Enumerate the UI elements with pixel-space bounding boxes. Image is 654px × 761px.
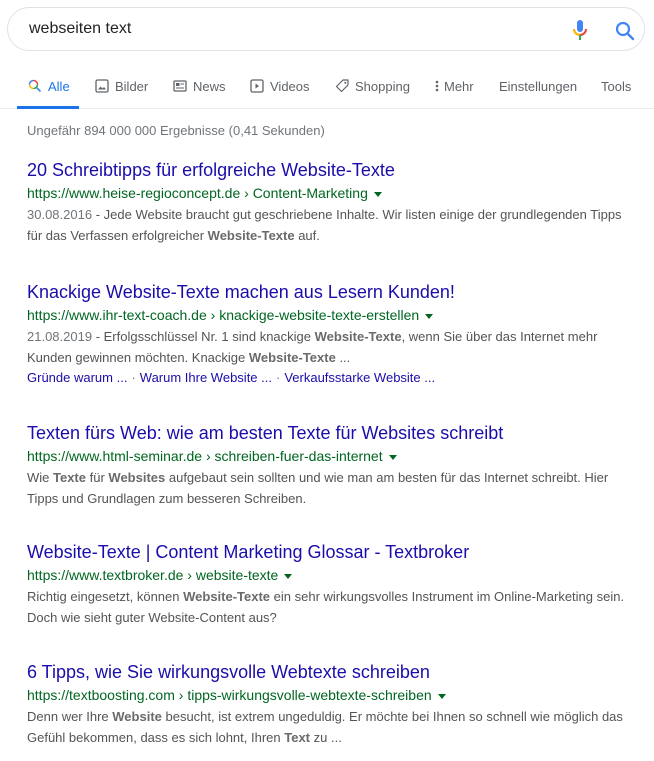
result-url: https://www.textbroker.de › website-text…: [27, 565, 637, 585]
tab-label: Shopping: [355, 79, 410, 94]
highlighted-term: Text: [284, 730, 311, 745]
result-date: 21.08.2019: [27, 329, 93, 344]
tab-label: News: [193, 79, 226, 94]
snippet-fragment: Jede Website braucht gut geschriebene In…: [27, 207, 622, 243]
result-title-link[interactable]: 6 Tipps, wie Sie wirkungsvolle Webtexte …: [27, 661, 637, 683]
result-path: knackige-website-texte-erstellen: [219, 307, 420, 323]
highlighted-term: Website: [112, 709, 162, 724]
result-path: Content-Marketing: [252, 185, 368, 201]
tab-label: Mehr: [444, 79, 474, 94]
snippet-fragment: Erfolgsschlüssel Nr. 1 sind knackige: [103, 329, 315, 344]
snippet-text: Denn wer Ihre Website besucht, ist extre…: [27, 709, 623, 745]
result-domain: https://www.html-seminar.de: [27, 448, 203, 464]
snippet-text: Erfolgsschlüssel Nr. 1 sind knackige Web…: [27, 329, 597, 365]
sitelink[interactable]: Gründe warum ...: [27, 370, 127, 385]
sitelinks: Gründe warum ... · Warum Ihre Website ... ·…: [27, 368, 637, 388]
result-domain: https://www.heise-regioconcept.de: [27, 185, 241, 201]
highlighted-term: Website-Texte: [207, 228, 295, 243]
result-path: tipps-wirkungsvolle-webtexte-schreiben: [187, 687, 432, 703]
result-title-link[interactable]: Texten fürs Web: wie am besten Texte für…: [27, 422, 637, 444]
result-path: schreiben-fuer-das-internet: [214, 448, 383, 464]
snippet-text: Wie Texte für Websites aufgebaut sein so…: [27, 470, 608, 506]
search-result: Knackige Website-Texte machen aus Lesern…: [27, 281, 637, 388]
separator: ·: [275, 370, 281, 385]
tab-einstellungen[interactable]: Einstellungen: [499, 72, 577, 108]
snippet-fragment: für: [86, 470, 109, 485]
tab-alle[interactable]: Alle: [17, 72, 79, 109]
tab-shopping[interactable]: Shopping: [335, 72, 410, 108]
image-icon: [95, 79, 109, 93]
highlighted-term: Website-Texte: [314, 329, 402, 344]
result-domain: https://www.textbroker.de: [27, 567, 184, 583]
separator: ·: [131, 370, 136, 385]
more-vertical-icon: [434, 79, 440, 93]
result-title-link[interactable]: Knackige Website-Texte machen aus Lesern…: [27, 281, 637, 303]
caret-down-icon[interactable]: [388, 454, 397, 460]
tab-tools[interactable]: Tools: [601, 72, 631, 108]
snippet-fragment: ...: [335, 350, 351, 365]
tab-videos[interactable]: Videos: [250, 72, 310, 108]
snippet-fragment: Denn wer Ihre: [27, 709, 113, 724]
snippet-fragment: Wie: [27, 470, 53, 485]
caret-down-icon[interactable]: [425, 313, 434, 319]
snippet-fragment: zu ...: [310, 730, 342, 745]
highlighted-term: Texte: [53, 470, 86, 485]
result-domain: https://textboosting.com: [27, 687, 175, 703]
tag-icon: [335, 79, 349, 93]
search-result: Website-Texte | Content Marketing Glossa…: [27, 541, 637, 628]
search-result: 6 Tipps, wie Sie wirkungsvolle Webtexte …: [27, 661, 637, 748]
search-result: 20 Schreibtipps für erfolgreiche Website…: [27, 159, 637, 246]
caret-down-icon[interactable]: [437, 693, 446, 699]
tab-label: Alle: [48, 79, 70, 94]
result-stats: Ungefähr 894 000 000 Ergebnisse (0,41 Se…: [27, 123, 325, 138]
tab-bilder[interactable]: Bilder: [95, 72, 148, 108]
result-title-link[interactable]: Website-Texte | Content Marketing Glossa…: [27, 541, 637, 563]
result-snippet: Wie Texte für Websites aufgebaut sein so…: [27, 467, 637, 509]
result-url: https://www.html-seminar.de › schreiben-…: [27, 446, 637, 466]
news-icon: [173, 79, 187, 93]
play-icon: [250, 79, 264, 93]
tab-label: Tools: [601, 79, 632, 94]
search-result: Texten fürs Web: wie am besten Texte für…: [27, 422, 637, 509]
highlighted-term: Website-Texte: [183, 589, 271, 604]
result-path: website-texte: [195, 567, 279, 583]
result-url: https://www.heise-regioconcept.de › Cont…: [27, 183, 637, 203]
search-icon[interactable]: [614, 20, 636, 42]
caret-down-icon[interactable]: [373, 191, 382, 197]
result-date: 30.08.2016: [27, 207, 93, 222]
result-domain: https://www.ihr-text-coach.de: [27, 307, 207, 323]
mic-icon[interactable]: [570, 19, 590, 43]
tab-label: Einstellungen: [499, 79, 578, 94]
search-tabs: Alle Bilder News Videos Shopping Mehr Ei…: [0, 72, 654, 109]
result-snippet: Richtig eingesetzt, können Website-Texte…: [27, 586, 637, 628]
sitelink[interactable]: Warum Ihre Website ...: [140, 370, 272, 385]
tab-label: Videos: [270, 79, 310, 94]
result-snippet: 30.08.2016 - Jede Website braucht gut ge…: [27, 207, 622, 243]
snippet-fragment: Richtig eingesetzt, können: [27, 589, 184, 604]
result-snippet: 21.08.2019 - Erfolgsschlüssel Nr. 1 sind…: [27, 329, 598, 365]
tab-mehr[interactable]: Mehr: [434, 72, 474, 108]
caret-down-icon[interactable]: [284, 573, 293, 579]
tab-label: Bilder: [115, 79, 149, 94]
result-title-link[interactable]: 20 Schreibtipps für erfolgreiche Website…: [27, 159, 637, 181]
snippet-text: Richtig eingesetzt, können Website-Texte…: [27, 589, 624, 625]
result-snippet: Denn wer Ihre Website besucht, ist extre…: [27, 706, 637, 748]
snippet-fragment: auf.: [294, 228, 320, 243]
highlighted-term: Website-Texte: [248, 350, 336, 365]
search-icon: [28, 79, 42, 93]
result-url: https://www.ihr-text-coach.de › knackige…: [27, 305, 637, 325]
search-box: [7, 7, 645, 51]
tab-news[interactable]: News: [173, 72, 226, 108]
search-input[interactable]: [29, 18, 529, 40]
sitelink[interactable]: Verkaufsstarke Website ...: [284, 370, 435, 385]
snippet-text: Jede Website braucht gut geschriebene In…: [27, 207, 622, 243]
highlighted-term: Websites: [108, 470, 166, 485]
result-url: https://textboosting.com › tipps-wirkung…: [27, 685, 637, 705]
